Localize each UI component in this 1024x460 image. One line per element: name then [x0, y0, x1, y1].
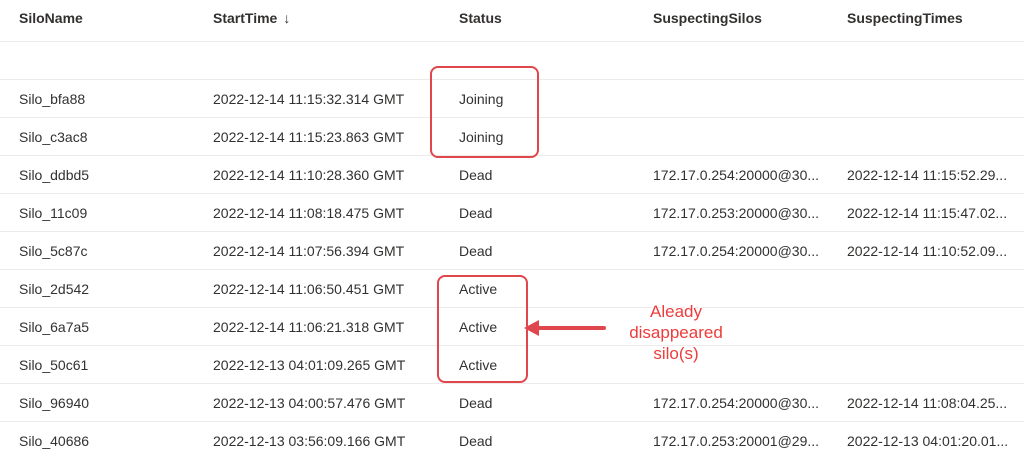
table-row[interactable]: Silo_50c61 2022-12-13 04:01:09.265 GMT A… — [0, 346, 1024, 384]
table-row[interactable]: Silo_bfa88 2022-12-14 11:15:32.314 GMT J… — [0, 80, 1024, 118]
status-cell: Active — [459, 357, 498, 373]
table-row[interactable]: Silo_96940 2022-12-13 04:00:57.476 GMT D… — [0, 384, 1024, 422]
silo-name-cell: Silo_50c61 — [19, 357, 89, 373]
silo-name-cell: Silo_2d542 — [19, 281, 90, 297]
table-row[interactable]: Silo_6a7a5 2022-12-14 11:06:21.318 GMT A… — [0, 308, 1024, 346]
status-cell: Dead — [459, 433, 493, 449]
annotation-line: Aleady — [650, 302, 702, 321]
status-cell: Joining — [459, 129, 504, 145]
table-row[interactable]: Silo_2d542 2022-12-14 11:06:50.451 GMT A… — [0, 270, 1024, 308]
suspecting-silos-cell: 172.17.0.254:20000@30... — [653, 395, 820, 411]
table-row[interactable]: Silo_ddbd5 2022-12-14 11:10:28.360 GMT D… — [0, 156, 1024, 194]
silo-name-cell: Silo_40686 — [19, 433, 90, 449]
column-header-status[interactable]: Status — [459, 10, 502, 26]
table-row[interactable]: Silo_5c87c 2022-12-14 11:07:56.394 GMT D… — [0, 232, 1024, 270]
suspecting-times-cell: 2022-12-14 11:08:04.25... — [847, 395, 1008, 411]
annotation-line: silo(s) — [653, 344, 699, 363]
silo-name-cell: Silo_5c87c — [19, 243, 88, 259]
silo-name-cell: Silo_96940 — [19, 395, 90, 411]
start-time-cell: 2022-12-13 03:56:09.166 GMT — [213, 433, 406, 449]
column-header-suspectingtimes[interactable]: SuspectingTimes — [847, 10, 963, 26]
silo-name-cell: Silo_11c09 — [19, 205, 88, 221]
start-time-cell: 2022-12-14 11:10:28.360 GMT — [213, 167, 405, 183]
column-header-starttime-label: StartTime — [213, 10, 278, 26]
empty-row — [0, 42, 1024, 80]
table-header: SiloName StartTime ↓ Status SuspectingSil… — [0, 0, 1024, 42]
annotation-line: disappeared — [629, 323, 723, 342]
suspecting-silos-cell: 172.17.0.253:20000@30... — [653, 205, 820, 221]
suspecting-silos-cell: 172.17.0.254:20000@30... — [653, 167, 820, 183]
suspecting-times-cell: 2022-12-14 11:10:52.09... — [847, 243, 1008, 259]
suspecting-silos-cell: 172.17.0.253:20001@29... — [653, 433, 820, 449]
sort-descending-icon[interactable]: ↓ — [283, 10, 290, 26]
silo-name-cell: Silo_c3ac8 — [19, 129, 88, 145]
start-time-cell: 2022-12-14 11:08:18.475 GMT — [213, 205, 405, 221]
annotation-callout: Aleady disappeared silo(s) — [610, 301, 742, 364]
status-cell: Joining — [459, 91, 504, 107]
start-time-cell: 2022-12-14 11:15:32.314 GMT — [213, 91, 405, 107]
silo-name-cell: Silo_6a7a5 — [19, 319, 90, 335]
table-row[interactable]: Silo_40686 2022-12-13 03:56:09.166 GMT D… — [0, 422, 1024, 460]
silo-name-cell: Silo_bfa88 — [19, 91, 86, 107]
column-header-suspectingsilos[interactable]: SuspectingSilos — [653, 10, 762, 26]
suspecting-times-cell: 2022-12-14 11:15:47.02... — [847, 205, 1008, 221]
status-cell: Dead — [459, 395, 493, 411]
suspecting-times-cell: 2022-12-14 11:15:52.29... — [847, 167, 1008, 183]
arrow-left-icon — [524, 320, 606, 336]
start-time-cell: 2022-12-13 04:01:09.265 GMT — [213, 357, 406, 373]
start-time-cell: 2022-12-14 11:06:21.318 GMT — [213, 319, 405, 335]
suspecting-times-cell: 2022-12-13 04:01:20.01... — [847, 433, 1009, 449]
status-cell: Active — [459, 281, 498, 297]
start-time-cell: 2022-12-13 04:00:57.476 GMT — [213, 395, 406, 411]
status-cell: Dead — [459, 205, 493, 221]
column-header-siloname[interactable]: SiloName — [19, 10, 83, 26]
suspecting-silos-cell: 172.17.0.254:20000@30... — [653, 243, 820, 259]
silo-name-cell: Silo_ddbd5 — [19, 167, 90, 183]
status-cell: Dead — [459, 167, 493, 183]
column-header-starttime[interactable]: StartTime ↓ — [213, 10, 290, 26]
start-time-cell: 2022-12-14 11:07:56.394 GMT — [213, 243, 405, 259]
status-cell: Dead — [459, 243, 493, 259]
start-time-cell: 2022-12-14 11:06:50.451 GMT — [213, 281, 405, 297]
table-row[interactable]: Silo_11c09 2022-12-14 11:08:18.475 GMT D… — [0, 194, 1024, 232]
table-row[interactable]: Silo_c3ac8 2022-12-14 11:15:23.863 GMT J… — [0, 118, 1024, 156]
start-time-cell: 2022-12-14 11:15:23.863 GMT — [213, 129, 405, 145]
